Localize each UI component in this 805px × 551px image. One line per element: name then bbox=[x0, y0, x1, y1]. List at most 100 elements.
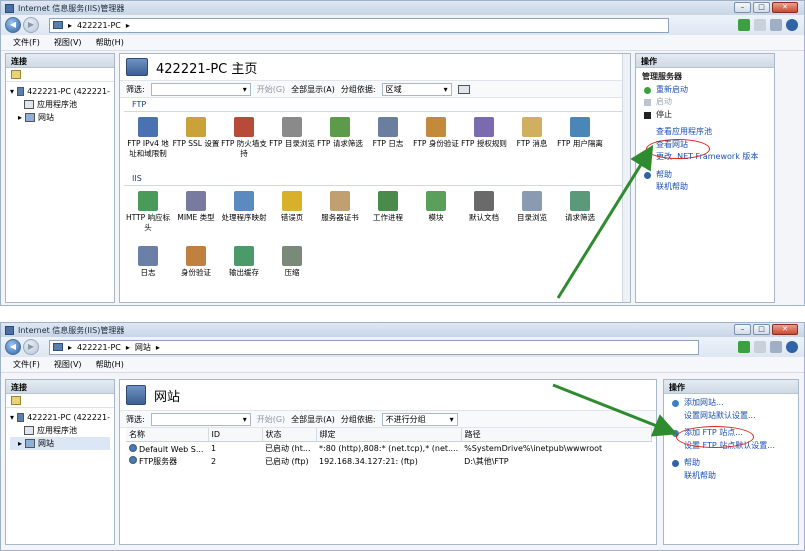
address-bar[interactable]: ▸ 422221-PC ▸ 网站 ▸ bbox=[49, 339, 699, 355]
minimize-button[interactable]: – bbox=[734, 324, 751, 335]
col-path[interactable]: 路径 bbox=[461, 428, 652, 442]
back-button[interactable]: ◀ bbox=[5, 339, 21, 355]
table-row[interactable]: FTP服务器 2 已启动 (ftp) 192.168.34.127:21: (f… bbox=[126, 455, 651, 468]
cell-status: 已启动 (ht... bbox=[265, 444, 311, 453]
feature-tile[interactable]: HTTP 响应标头 bbox=[124, 189, 172, 244]
iis-manager-window-home: Internet 信息服务(IIS)管理器 – □ ✕ ◀ ▶ ▸ 422221… bbox=[0, 0, 805, 306]
feature-label: 身份验证 bbox=[181, 268, 211, 277]
new-connection-icon[interactable] bbox=[11, 70, 21, 79]
tree-node-sites[interactable]: ▸ 网站 bbox=[10, 111, 110, 124]
breadcrumb-server[interactable]: 422221-PC bbox=[77, 343, 121, 352]
tree-node-app-pools[interactable]: 应用程序池 bbox=[10, 98, 110, 111]
help-icon bbox=[644, 171, 651, 179]
address-bar[interactable]: ▸ 422221-PC ▸ bbox=[49, 17, 669, 33]
feature-tile[interactable]: MIME 类型 bbox=[172, 189, 220, 244]
home-icon[interactable] bbox=[770, 341, 782, 353]
col-name[interactable]: 名称 bbox=[126, 428, 209, 442]
feature-tile[interactable]: 服务器证书 bbox=[316, 189, 364, 244]
page-header: 网站 bbox=[120, 380, 656, 410]
computer-icon bbox=[17, 87, 25, 96]
minimize-button[interactable]: – bbox=[734, 2, 751, 13]
cell-text: FTP服务器 bbox=[139, 457, 178, 466]
show-all-button[interactable]: 全部显示(A) bbox=[291, 414, 335, 425]
breadcrumb-server[interactable]: 422221-PC bbox=[77, 21, 121, 30]
start-filter-button[interactable]: 开始(G) bbox=[257, 84, 285, 95]
stop-action[interactable]: 停止 bbox=[642, 109, 768, 122]
feature-tile[interactable]: 压缩 bbox=[268, 244, 316, 299]
group-by-select[interactable]: 区域 ▾ bbox=[381, 82, 452, 96]
menu-help[interactable]: 帮助(H) bbox=[96, 359, 124, 370]
table-row[interactable]: Default Web S... 1 已启动 (ht... *:80 (http… bbox=[126, 442, 651, 456]
col-id[interactable]: ID bbox=[208, 428, 263, 442]
forward-button[interactable]: ▶ bbox=[23, 339, 39, 355]
feature-tile[interactable]: FTP 消息 bbox=[508, 115, 556, 170]
start-filter-button[interactable]: 开始(G) bbox=[257, 414, 285, 425]
forward-button[interactable]: ▶ bbox=[23, 17, 39, 33]
stop-icon[interactable] bbox=[754, 19, 766, 31]
back-button[interactable]: ◀ bbox=[5, 17, 21, 33]
show-all-button[interactable]: 全部显示(A) bbox=[291, 84, 335, 95]
site-defaults-action[interactable]: 设置网站默认设置... bbox=[670, 410, 792, 423]
feature-tile[interactable]: FTP 请求筛选 bbox=[316, 115, 364, 170]
feature-tile[interactable]: 错误页 bbox=[268, 189, 316, 244]
feature-tile[interactable]: FTP 防火墙支持 bbox=[220, 115, 268, 170]
breadcrumb-sites[interactable]: 网站 bbox=[135, 342, 151, 353]
maximize-button[interactable]: □ bbox=[753, 2, 770, 13]
feature-tile[interactable]: 处理程序映射 bbox=[220, 189, 268, 244]
menu-view[interactable]: 视图(V) bbox=[54, 37, 82, 48]
page-header: 422221-PC 主页 bbox=[120, 54, 630, 80]
help-action[interactable]: 帮助 bbox=[670, 457, 792, 470]
feature-tile[interactable]: FTP 目录浏览 bbox=[268, 115, 316, 170]
feature-tile[interactable]: FTP SSL 设置 bbox=[172, 115, 220, 170]
help-action[interactable]: 帮助 bbox=[642, 169, 768, 182]
view-mode-icon[interactable] bbox=[457, 84, 470, 94]
feature-tile[interactable]: 输出缓存 bbox=[220, 244, 268, 299]
feature-tile[interactable]: FTP 日志 bbox=[364, 115, 412, 170]
feature-tile[interactable]: FTP 授权规则 bbox=[460, 115, 508, 170]
close-button[interactable]: ✕ bbox=[772, 324, 798, 335]
feature-tile[interactable]: 工作进程 bbox=[364, 189, 412, 244]
group-by-select[interactable]: 不进行分组 ▾ bbox=[381, 412, 458, 426]
new-connection-icon[interactable] bbox=[11, 396, 21, 405]
menu-help[interactable]: 帮助(H) bbox=[96, 37, 124, 48]
add-site-action[interactable]: 添加网站... bbox=[670, 397, 792, 410]
menu-file[interactable]: 文件(F) bbox=[13, 359, 40, 370]
navigation-bar: ◀ ▶ ▸ 422221-PC ▸ 网站 ▸ bbox=[1, 337, 804, 357]
feature-tile[interactable]: 模块 bbox=[412, 189, 460, 244]
feature-tile[interactable]: FTP IPv4 地址和域限制 bbox=[124, 115, 172, 170]
tree-node-app-pools[interactable]: 应用程序池 bbox=[10, 424, 110, 437]
menu-view[interactable]: 视图(V) bbox=[54, 359, 82, 370]
action-label: 重新启动 bbox=[656, 84, 688, 94]
home-icon[interactable] bbox=[770, 19, 782, 31]
refresh-icon[interactable] bbox=[738, 341, 750, 353]
menu-file[interactable]: 文件(F) bbox=[13, 37, 40, 48]
view-app-pools-action[interactable]: 查看应用程序池 bbox=[642, 126, 768, 139]
col-status[interactable]: 状态 bbox=[262, 428, 317, 442]
feature-tile[interactable]: FTP 用户隔离 bbox=[556, 115, 604, 170]
filter-input[interactable]: ▾ bbox=[150, 412, 251, 426]
col-binding[interactable]: 绑定 bbox=[316, 428, 462, 442]
feature-tile[interactable]: 身份验证 bbox=[172, 244, 220, 299]
feature-tile[interactable]: 目录浏览 bbox=[508, 189, 556, 244]
tree-node-sites[interactable]: ▸ 网站 bbox=[10, 437, 110, 450]
stop-icon[interactable] bbox=[754, 341, 766, 353]
feature-tile[interactable]: FTP 身份验证 bbox=[412, 115, 460, 170]
maximize-button[interactable]: □ bbox=[753, 324, 770, 335]
feature-tile[interactable]: 日志 bbox=[124, 244, 172, 299]
vertical-scrollbar[interactable] bbox=[622, 54, 630, 302]
start-action[interactable]: 启动 bbox=[642, 96, 768, 109]
restart-action[interactable]: 重新启动 bbox=[642, 84, 768, 97]
filter-input[interactable]: ▾ bbox=[150, 82, 251, 96]
tree-node-server[interactable]: ▾ 422221-PC (422221- bbox=[10, 411, 110, 424]
help-icon[interactable] bbox=[786, 19, 798, 31]
cell-name: FTP服务器 bbox=[126, 455, 208, 468]
refresh-icon[interactable] bbox=[738, 19, 750, 31]
feature-label: FTP SSL 设置 bbox=[172, 139, 220, 148]
feature-tile[interactable]: 请求筛选 bbox=[556, 189, 604, 244]
feature-tile[interactable]: 默认文档 bbox=[460, 189, 508, 244]
help-icon[interactable] bbox=[786, 341, 798, 353]
online-help-action[interactable]: 联机帮助 bbox=[642, 181, 768, 194]
close-button[interactable]: ✕ bbox=[772, 2, 798, 13]
tree-node-server[interactable]: ▾ 422221-PC (422221- bbox=[10, 85, 110, 98]
online-help-action[interactable]: 联机帮助 bbox=[670, 470, 792, 483]
